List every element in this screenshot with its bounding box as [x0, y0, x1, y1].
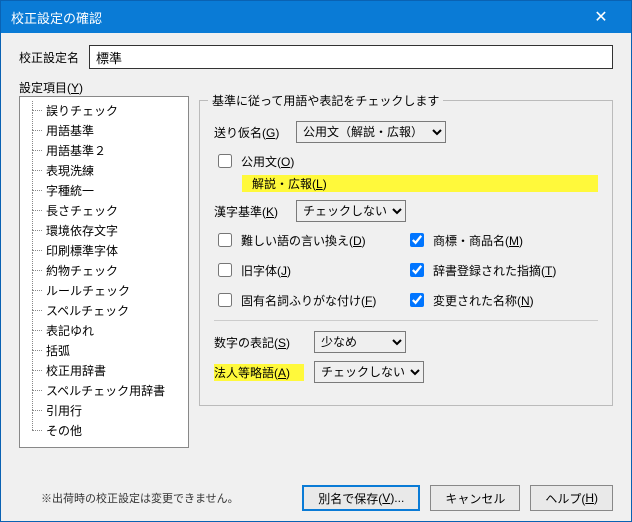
tree-panel: 誤りチェック用語基準用語基準２表現洗練字種統一長さチェック環境依存文字印刷標準字… [19, 96, 189, 448]
settings-tree[interactable]: 誤りチェック用語基準用語基準２表現洗練字種統一長さチェック環境依存文字印刷標準字… [19, 96, 189, 448]
close-button[interactable]: ✕ [581, 1, 621, 33]
footer: ※出荷時の校正設定は変更できません。 別名で保存(V)... キャンセル ヘルプ… [1, 475, 631, 521]
tree-item[interactable]: 約物チェック [26, 261, 186, 281]
shohyo-checkbox[interactable]: 商標・商品名(M) [406, 230, 598, 250]
setting-name-row: 校正設定名 [19, 45, 613, 69]
tree-item[interactable]: 表記ゆれ [26, 321, 186, 341]
suuji-select[interactable]: 少なめ [314, 331, 406, 353]
kaisetsu-label: 解説・広報(L) [252, 175, 327, 192]
koyobun-sub: 解説・広報(L) [242, 175, 598, 192]
kyujitai-checkbox[interactable]: 旧字体(J) [214, 260, 406, 280]
koyobun-checkbox[interactable]: 公用文(O) [214, 151, 598, 171]
cancel-button[interactable]: キャンセル [430, 485, 520, 511]
content-area: 校正設定名 設定項目(Y) 誤りチェック用語基準用語基準２表現洗練字種統一長さチ… [1, 33, 631, 460]
houjin-row: 法人等略語(A) チェックしない [214, 361, 598, 383]
kanji-label: 漢字基準(K) [214, 203, 286, 220]
tree-item[interactable]: 括弧 [26, 341, 186, 361]
suuji-label: 数字の表記(S) [214, 334, 304, 351]
tree-item[interactable]: 引用行 [26, 401, 186, 421]
criteria-group: 基準に従って用語や表記をチェックします 送り仮名(G) 公用文（解説・広報） 公… [199, 100, 613, 406]
okurigana-select[interactable]: 公用文（解説・広報） [296, 121, 446, 143]
koyobun-block: 公用文(O) 解説・広報(L) [214, 151, 598, 192]
kanji-select[interactable]: チェックしない [296, 200, 406, 222]
koyobun-checkbox-input[interactable] [218, 154, 232, 168]
right-panel: 基準に従って用語や表記をチェックします 送り仮名(G) 公用文（解説・広報） 公… [199, 96, 613, 448]
tree-item[interactable]: 用語基準 [26, 121, 186, 141]
tree-item[interactable]: 長さチェック [26, 201, 186, 221]
group-title: 基準に従って用語や表記をチェックします [208, 92, 443, 109]
window-title: 校正設定の確認 [11, 8, 102, 27]
setting-name-label: 校正設定名 [19, 49, 79, 66]
dialog-window: 校正設定の確認 ✕ 校正設定名 設定項目(Y) 誤りチェック用語基準用語基準２表… [0, 0, 632, 522]
okurigana-row: 送り仮名(G) 公用文（解説・広報） [214, 121, 598, 143]
footer-note: ※出荷時の校正設定は変更できません。 [41, 490, 239, 506]
tree-item[interactable]: スペルチェック用辞書 [26, 381, 186, 401]
okurigana-label: 送り仮名(G) [214, 124, 286, 141]
muzukashii-checkbox[interactable]: 難しい語の言い換え(D) [214, 230, 406, 250]
divider [214, 320, 598, 321]
koyobun-label: 公用文(O) [241, 153, 294, 170]
help-button[interactable]: ヘルプ(H) [530, 485, 613, 511]
henkou-checkbox[interactable]: 変更された名称(N) [406, 290, 598, 310]
tree-item[interactable]: 用語基準２ [26, 141, 186, 161]
kaisetsu-checkbox[interactable]: 解説・広報(L) [242, 175, 598, 192]
tree-item[interactable]: 誤りチェック [26, 101, 186, 121]
koyumeishi-checkbox[interactable]: 固有名詞ふりがな付け(F) [214, 290, 406, 310]
tree-item[interactable]: 表現洗練 [26, 161, 186, 181]
save-as-button[interactable]: 別名で保存(V)... [302, 485, 420, 511]
tree-item[interactable]: スペルチェック [26, 301, 186, 321]
suuji-row: 数字の表記(S) 少なめ [214, 331, 598, 353]
tree-item[interactable]: 字種統一 [26, 181, 186, 201]
tree-item[interactable]: 校正用辞書 [26, 361, 186, 381]
tree-item[interactable]: 印刷標準字体 [26, 241, 186, 261]
tree-item[interactable]: ルールチェック [26, 281, 186, 301]
jisho-checkbox[interactable]: 辞書登録された指摘(T) [406, 260, 598, 280]
checkbox-grid: 難しい語の言い換え(D) 商標・商品名(M) 旧字体(J) 辞書登録された指摘(… [214, 230, 598, 310]
kanji-row: 漢字基準(K) チェックしない [214, 200, 598, 222]
tree-item[interactable]: 環境依存文字 [26, 221, 186, 241]
setting-name-input[interactable] [89, 45, 613, 69]
houjin-select[interactable]: チェックしない [314, 361, 424, 383]
houjin-label: 法人等略語(A) [214, 364, 304, 381]
tree-item[interactable]: その他 [26, 421, 186, 441]
titlebar: 校正設定の確認 ✕ [1, 1, 631, 33]
columns: 誤りチェック用語基準用語基準２表現洗練字種統一長さチェック環境依存文字印刷標準字… [19, 96, 613, 448]
